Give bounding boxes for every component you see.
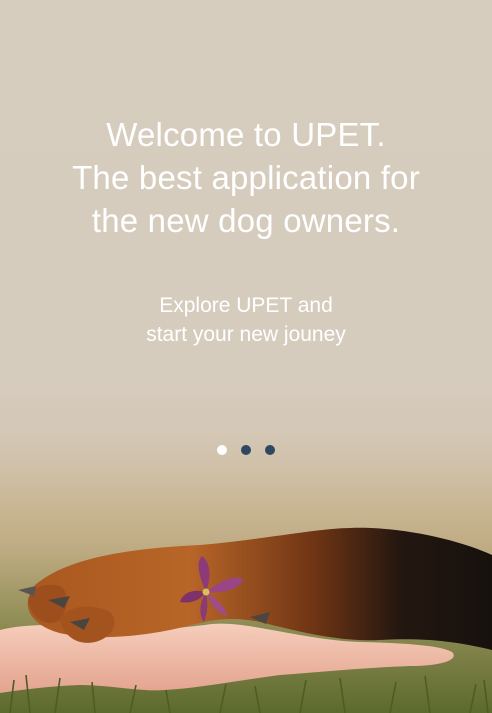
headline-line-1: Welcome to UPET.: [106, 116, 386, 153]
page-dot-2[interactable]: [241, 445, 251, 455]
welcome-subtext: Explore UPET and start your new jouney: [0, 291, 492, 349]
headline-line-2: The best application for: [72, 159, 420, 196]
welcome-headline: Welcome to UPET. The best application fo…: [0, 113, 492, 242]
dog-paw-hand-photo: [0, 527, 492, 713]
headline-line-3: the new dog owners.: [91, 202, 401, 239]
page-indicator: [0, 445, 492, 457]
page-dot-3[interactable]: [265, 445, 275, 455]
subtext-line-2: start your new jouney: [146, 323, 346, 346]
onboarding-screen: Welcome to UPET. The best application fo…: [0, 0, 492, 713]
subtext-line-1: Explore UPET and: [159, 294, 333, 317]
page-dot-1[interactable]: [217, 445, 227, 455]
